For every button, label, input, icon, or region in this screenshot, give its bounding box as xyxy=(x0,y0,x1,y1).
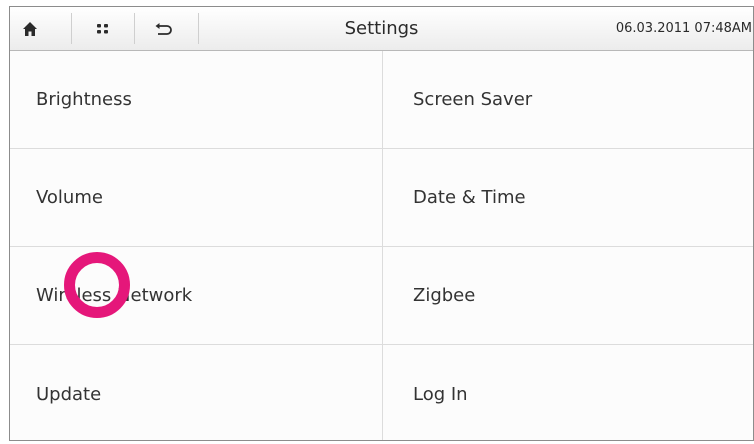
toolbar-divider xyxy=(198,13,199,44)
back-button[interactable] xyxy=(138,7,188,50)
menu-item-update[interactable]: Update xyxy=(10,345,382,440)
home-icon xyxy=(23,21,37,36)
menu-item-wireless-network[interactable]: Wireless Network xyxy=(10,247,382,345)
menu-item-label: Log In xyxy=(413,383,468,405)
menu-item-label: Screen Saver xyxy=(413,89,533,110)
menu-item-label: Wireless Network xyxy=(36,285,193,306)
settings-window: Settings 06.03.2011 07:48AM Brightness V… xyxy=(9,6,754,441)
menu-item-date-time[interactable]: Date & Time xyxy=(382,149,753,247)
menu-item-label: Update xyxy=(36,383,102,405)
apps-button[interactable] xyxy=(82,7,124,50)
menu-item-brightness[interactable]: Brightness xyxy=(10,51,382,149)
home-button[interactable] xyxy=(10,7,50,50)
apps-grid-icon xyxy=(97,23,108,33)
toolbar-divider xyxy=(134,13,135,44)
clock-datetime: 06.03.2011 07:48AM xyxy=(615,21,752,36)
menu-item-label: Volume xyxy=(36,187,103,208)
menu-item-label: Date & Time xyxy=(413,187,526,208)
settings-menu: Brightness Volume Wireless Network Updat… xyxy=(10,51,753,440)
top-bar: Settings 06.03.2011 07:48AM xyxy=(10,7,753,51)
menu-item-zigbee[interactable]: Zigbee xyxy=(382,247,753,345)
menu-item-label: Zigbee xyxy=(413,285,476,306)
menu-item-log-in[interactable]: Log In xyxy=(382,345,753,440)
back-arrow-icon xyxy=(155,22,172,35)
toolbar-divider xyxy=(71,13,72,44)
menu-item-label: Brightness xyxy=(36,89,132,110)
menu-item-volume[interactable]: Volume xyxy=(10,149,382,247)
menu-item-screen-saver[interactable]: Screen Saver xyxy=(382,51,753,149)
